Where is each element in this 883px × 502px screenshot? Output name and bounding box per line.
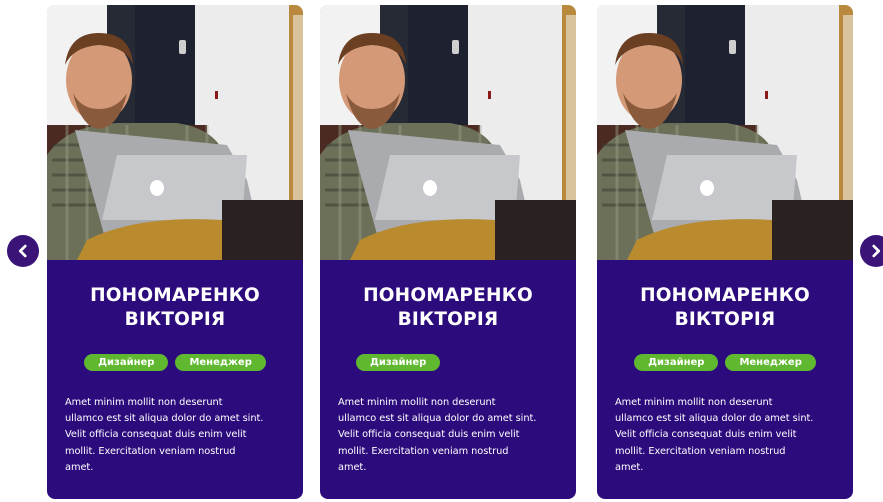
description-line: Velit officia consequat duis enim velit xyxy=(65,429,247,441)
carousel-prev-button[interactable] xyxy=(7,235,39,267)
description-line: mollit. Exercitation veniam nostrud xyxy=(65,445,236,457)
team-member-card[interactable]: ПОНОМАРЕНКО ВІКТОРІЯ Дизайнер Менеджер A… xyxy=(47,5,303,499)
description-line: ullamco est sit aliqua dolor do amet sin… xyxy=(615,413,814,425)
member-description: Amet minim mollit non deserunt ullamco e… xyxy=(615,395,835,476)
role-tag: Дизайнер xyxy=(356,354,441,371)
team-member-card[interactable]: ПОНОМАРЕНКО ВІКТОРІЯ Дизайнер Менеджер A… xyxy=(597,5,853,499)
member-description: Amet minim mollit non deserunt ullamco e… xyxy=(338,395,558,476)
role-tag: Дизайнер xyxy=(84,354,169,371)
member-firstname: ВІКТОРІЯ xyxy=(674,309,776,330)
description-line: Velit officia consequat duis enim velit xyxy=(615,429,797,441)
member-firstname: ВІКТОРІЯ xyxy=(397,309,499,330)
role-tags: Дизайнер xyxy=(338,354,558,371)
description-line: ullamco est sit aliqua dolor do amet sin… xyxy=(338,413,537,425)
member-photo xyxy=(320,5,576,260)
member-surname: ПОНОМАРЕНКО xyxy=(90,285,260,306)
member-surname: ПОНОМАРЕНКО xyxy=(363,285,533,306)
description-line: Velit officia consequat duis enim velit xyxy=(338,429,520,441)
card-body: ПОНОМАРЕНКО ВІКТОРІЯ Дизайнер Amet minim… xyxy=(320,260,576,499)
role-tags: Дизайнер Менеджер xyxy=(615,354,835,371)
role-tags: Дизайнер Менеджер xyxy=(65,354,285,371)
description-line: Amet minim mollit non deserunt xyxy=(615,397,773,408)
description-line: amet. xyxy=(65,461,94,473)
card-body: ПОНОМАРЕНКО ВІКТОРІЯ Дизайнер Менеджер A… xyxy=(597,260,853,499)
member-name: ПОНОМАРЕНКО ВІКТОРІЯ xyxy=(65,284,285,332)
member-surname: ПОНОМАРЕНКО xyxy=(640,285,810,306)
member-photo xyxy=(597,5,853,260)
description-line: Amet minim mollit non deserunt xyxy=(65,397,223,408)
team-carousel: ПОНОМАРЕНКО ВІКТОРІЯ Дизайнер Менеджер A… xyxy=(0,0,883,502)
chevron-left-icon xyxy=(18,244,27,258)
member-name: ПОНОМАРЕНКО ВІКТОРІЯ xyxy=(615,284,835,332)
description-line: ullamco est sit aliqua dolor do amet sin… xyxy=(65,413,264,425)
description-line: amet. xyxy=(338,461,367,473)
role-tag: Менеджер xyxy=(175,354,266,371)
description-line: mollit. Exercitation veniam nostrud xyxy=(615,445,786,457)
card-body: ПОНОМАРЕНКО ВІКТОРІЯ Дизайнер Менеджер A… xyxy=(47,260,303,499)
team-member-card[interactable]: ПОНОМАРЕНКО ВІКТОРІЯ Дизайнер Amet minim… xyxy=(320,5,576,499)
member-name: ПОНОМАРЕНКО ВІКТОРІЯ xyxy=(338,284,558,332)
description-line: mollit. Exercitation veniam nostrud xyxy=(338,445,509,457)
description-line: amet. xyxy=(615,461,644,473)
member-firstname: ВІКТОРІЯ xyxy=(124,309,226,330)
description-line: Amet minim mollit non deserunt xyxy=(338,397,496,408)
role-tag: Менеджер xyxy=(725,354,816,371)
role-tag: Дизайнер xyxy=(634,354,719,371)
member-description: Amet minim mollit non deserunt ullamco e… xyxy=(65,395,285,476)
carousel-next-button[interactable] xyxy=(860,235,883,267)
chevron-right-icon xyxy=(872,244,881,258)
member-photo xyxy=(47,5,303,260)
